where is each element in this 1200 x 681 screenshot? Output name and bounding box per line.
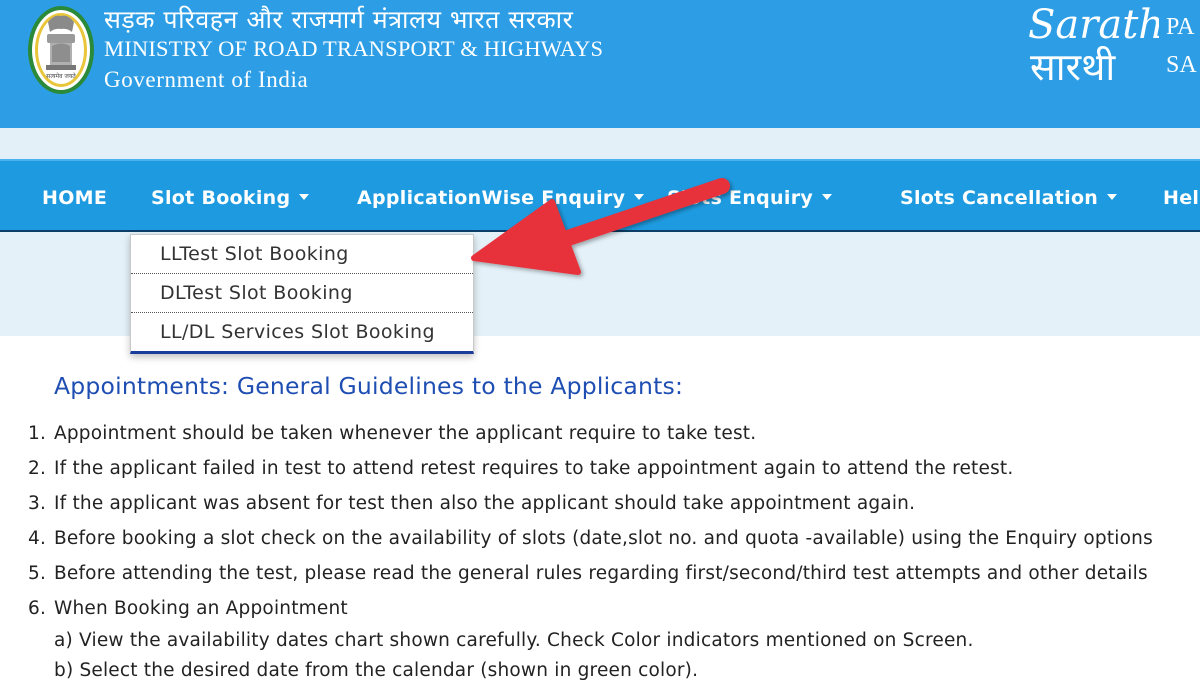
guideline-subitem: a) View the availability dates chart sho… (54, 630, 974, 651)
side-line-1: PA (1166, 14, 1195, 40)
header-side-text: PA SA (1166, 8, 1197, 84)
nav-home-label: HOME (42, 187, 108, 209)
guideline-item: 1. Appointment should be taken whenever t… (28, 423, 756, 444)
dropdown-item-lltest-slot-booking[interactable]: LLTest Slot Booking (131, 235, 473, 274)
chevron-down-icon (299, 193, 310, 200)
hindi-ministry-title: सड़क परिवहन और राजमार्ग मंत्रालय भारत सर… (104, 5, 574, 34)
nav-help[interactable]: Help (1163, 187, 1200, 209)
guideline-number: 4. (28, 528, 47, 549)
guideline-number: 3. (28, 493, 47, 514)
nav-slots-cancellation-label: Slots Cancellation (900, 187, 1099, 209)
guideline-number: 6. (28, 598, 47, 619)
guideline-item: 3. If the applicant was absent for test t… (28, 493, 915, 514)
svg-text:सारथी: सारथी (1030, 45, 1116, 89)
guideline-text: Before attending the test, please read t… (54, 563, 1148, 584)
nav-home[interactable]: HOME (42, 187, 107, 209)
dropdown-item-lldl-services-slot-booking[interactable]: LL/DL Services Slot Booking (131, 313, 473, 352)
guideline-item: 4. Before booking a slot check on the ava… (28, 528, 1153, 549)
nav-slots-cancellation[interactable]: Slots Cancellation (900, 187, 1118, 209)
guideline-number: 2. (28, 458, 47, 479)
guideline-text: If the applicant was absent for test the… (54, 493, 916, 514)
guideline-text: Before booking a slot check on the avail… (54, 528, 1153, 549)
svg-text:Sarathi: Sarathi (1028, 2, 1159, 48)
site-header: सत्यमेव जयते सड़क परिवहन और राजमार्ग मंत… (0, 0, 1200, 128)
sarathi-logo-icon[interactable]: Sarathi सारथी (1024, 0, 1159, 90)
guideline-number: 5. (28, 563, 47, 584)
guidelines-title: Appointments: General Guidelines to the … (54, 372, 684, 400)
guideline-text: When Booking an Appointment (54, 598, 348, 619)
side-line-2: SA (1166, 52, 1197, 78)
nav-slot-booking-label: Slot Booking (151, 187, 291, 209)
red-pointer-arrow-icon (471, 178, 730, 275)
guideline-item: 2. If the applicant failed in test to att… (28, 458, 1013, 479)
national-emblem-icon[interactable]: सत्यमेव जयते (26, 4, 96, 96)
guideline-text: Appointment should be taken whenever the… (54, 423, 757, 444)
svg-text:सत्यमेव जयते: सत्यमेव जयते (46, 72, 76, 80)
nav-help-label: Help (1163, 187, 1200, 209)
nav-slot-booking[interactable]: Slot Booking (151, 187, 310, 209)
guideline-item: 6. When Booking an Appointment (28, 598, 348, 619)
guideline-subitem: b) Select the desired date from the cale… (54, 660, 699, 681)
guideline-item: 5. Before attending the test, please read… (28, 563, 1148, 584)
header-divider-strip (0, 128, 1200, 159)
slot-booking-dropdown: LLTest Slot Booking DLTest Slot Booking … (130, 234, 474, 354)
guideline-number: 1. (28, 423, 47, 444)
chevron-down-icon (1107, 193, 1118, 200)
government-title: Government of India (104, 67, 309, 92)
guideline-text: If the applicant failed in test to atten… (54, 458, 1014, 479)
ministry-title: MINISTRY OF ROAD TRANSPORT & HIGHWAYS (104, 36, 604, 61)
dropdown-item-dltest-slot-booking[interactable]: DLTest Slot Booking (131, 274, 473, 313)
chevron-down-icon (822, 193, 833, 200)
